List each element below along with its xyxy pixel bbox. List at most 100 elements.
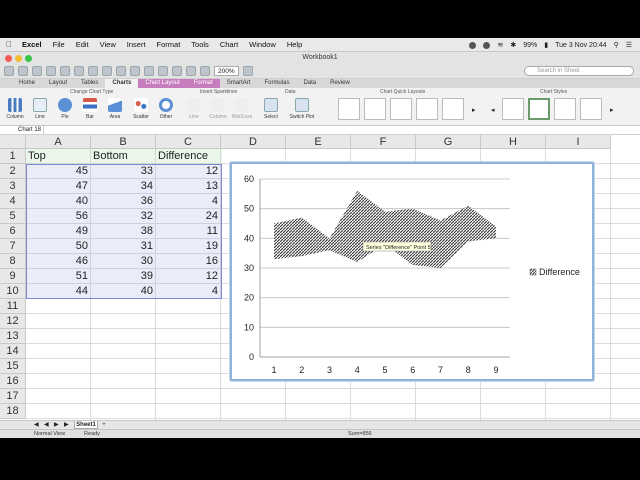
name-box[interactable]: Chart 18 <box>2 126 44 135</box>
data-cell[interactable]: 49 <box>26 224 91 239</box>
data-cell[interactable]: 30 <box>91 254 156 269</box>
column-header[interactable]: D <box>221 135 286 149</box>
data-cell[interactable]: 46 <box>26 254 91 269</box>
row-header[interactable]: 17 <box>0 389 26 404</box>
data-cell[interactable]: 31 <box>91 239 156 254</box>
filter-icon[interactable] <box>172 65 182 76</box>
prev-sheet-icon[interactable]: ◀ <box>44 421 49 428</box>
help-icon[interactable] <box>242 65 253 76</box>
menu-app-name[interactable]: Excel <box>22 40 42 49</box>
row-header[interactable]: 12 <box>0 314 26 329</box>
add-sheet-button[interactable]: + <box>100 421 108 429</box>
chart-style-4[interactable] <box>580 98 602 120</box>
line-chart-button[interactable]: Line <box>29 98 51 120</box>
menu-format[interactable]: Format <box>157 40 181 49</box>
clock[interactable]: Tue 3 Nov 20:44 <box>555 42 607 49</box>
menu-file[interactable]: File <box>53 40 65 49</box>
row-header[interactable]: 18 <box>0 404 26 419</box>
row-header[interactable]: 7 <box>0 239 26 254</box>
data-cell[interactable]: 50 <box>26 239 91 254</box>
select-data-button[interactable]: Select <box>260 98 282 120</box>
column-header[interactable]: G <box>416 135 481 149</box>
data-cell[interactable]: 12 <box>156 164 221 179</box>
undo-icon[interactable] <box>116 65 126 76</box>
column-header[interactable]: A <box>26 135 91 149</box>
format-painter-icon[interactable] <box>102 65 112 76</box>
quick-layout-5[interactable] <box>442 98 464 120</box>
apple-icon[interactable]:  <box>6 40 12 49</box>
column-chart-button[interactable]: Column <box>4 98 26 120</box>
menu-view[interactable]: View <box>100 40 116 49</box>
chevron-left-icon[interactable]: ◂ <box>491 106 495 114</box>
search-icon[interactable]: ⚲ <box>614 41 619 49</box>
row-header[interactable]: 3 <box>0 179 26 194</box>
first-sheet-icon[interactable]: ◀ <box>34 421 39 428</box>
chart-style-2[interactable] <box>528 98 550 120</box>
menu-insert[interactable]: Insert <box>127 40 146 49</box>
row-header[interactable]: 14 <box>0 344 26 359</box>
copy-icon[interactable] <box>74 65 84 76</box>
data-cell[interactable]: 40 <box>26 194 91 209</box>
menu-help[interactable]: Help <box>287 40 302 49</box>
row-header[interactable]: 10 <box>0 284 26 299</box>
battery-icon[interactable]: ▮ <box>544 41 548 49</box>
tab-data[interactable]: Data <box>296 79 323 88</box>
row-header[interactable]: 15 <box>0 359 26 374</box>
sort-icon[interactable] <box>158 65 168 76</box>
data-cell[interactable]: 19 <box>156 239 221 254</box>
bar-chart-button[interactable]: Bar <box>79 98 101 120</box>
sheet-tab-sheet1[interactable]: Sheet1 <box>74 421 98 429</box>
sparkline-line-button[interactable]: Line <box>183 98 205 120</box>
tab-review[interactable]: Review <box>323 79 357 88</box>
chevron-right-icon[interactable]: ▸ <box>472 106 476 114</box>
cut-icon[interactable] <box>60 65 70 76</box>
data-cell[interactable]: 33 <box>91 164 156 179</box>
quick-layout-2[interactable] <box>364 98 386 120</box>
data-cell[interactable]: 16 <box>156 254 221 269</box>
quick-layout-3[interactable] <box>390 98 412 120</box>
switch-plot-button[interactable]: Switch Plot <box>287 98 317 120</box>
list-icon[interactable]: ☰ <box>626 41 632 49</box>
row-header[interactable]: 5 <box>0 209 26 224</box>
sparkline-winloss-button[interactable]: Win/Loss <box>231 98 253 120</box>
tab-layout[interactable]: Layout <box>42 79 74 88</box>
column-header[interactable]: C <box>156 135 221 149</box>
save-icon[interactable] <box>32 65 42 76</box>
column-header[interactable]: I <box>546 135 611 149</box>
status-icon[interactable] <box>483 41 491 49</box>
select-all-corner[interactable] <box>0 135 26 149</box>
last-sheet-icon[interactable]: ▶ <box>64 421 69 428</box>
chart-legend[interactable]: Difference <box>529 267 580 277</box>
sparkline-column-button[interactable]: Column <box>207 98 229 120</box>
data-cell[interactable]: 11 <box>156 224 221 239</box>
new-icon[interactable] <box>4 65 14 76</box>
zoom-select[interactable]: 200% <box>214 65 239 76</box>
tab-formulas[interactable]: Formulas <box>257 79 296 88</box>
battery-percent[interactable]: 99% <box>523 42 537 49</box>
minimize-window-button[interactable] <box>15 55 22 62</box>
column-header[interactable]: F <box>351 135 416 149</box>
data-cell[interactable]: 34 <box>91 179 156 194</box>
redo-icon[interactable] <box>130 65 140 76</box>
data-cell[interactable]: 4 <box>156 284 221 299</box>
header-cell[interactable]: Bottom <box>91 149 156 164</box>
data-cell[interactable]: 24 <box>156 209 221 224</box>
data-cell[interactable]: 51 <box>26 269 91 284</box>
close-window-button[interactable] <box>5 55 12 62</box>
area-chart-button[interactable]: Area <box>104 98 126 120</box>
chevron-right-icon[interactable]: ▸ <box>610 106 614 114</box>
tab-chart-layout[interactable]: Chart Layout <box>138 79 187 88</box>
chart-style-3[interactable] <box>554 98 576 120</box>
row-header[interactable]: 4 <box>0 194 26 209</box>
data-cell[interactable]: 38 <box>91 224 156 239</box>
column-header[interactable]: B <box>91 135 156 149</box>
scatter-chart-button[interactable]: Scatter <box>130 98 152 120</box>
pie-chart-button[interactable]: Pie <box>54 98 76 120</box>
tab-format[interactable]: Format <box>186 79 220 88</box>
data-cell[interactable]: 40 <box>91 284 156 299</box>
spreadsheet-grid[interactable]: ABCDEFGHI 1 2 3 4 5 6 7 8 9 10 11 12 13 14 15 16 17 18 To… <box>0 135 640 420</box>
chart-style-1[interactable] <box>502 98 524 120</box>
header-cell[interactable]: Top <box>26 149 91 164</box>
zoom-window-button[interactable] <box>25 55 32 62</box>
data-cell[interactable]: 44 <box>26 284 91 299</box>
